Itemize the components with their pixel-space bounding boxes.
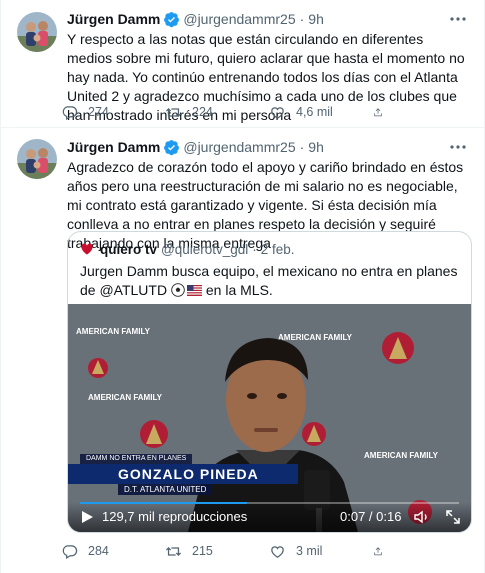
- tweet[interactable]: Jürgen Damm @jurgendammr25 · 9h Y respec…: [1, 0, 484, 128]
- quoted-text-end: en la MLS.: [205, 282, 273, 298]
- svg-text:AMERICAN FAMILY: AMERICAN FAMILY: [278, 333, 353, 342]
- video-progress-fill: [80, 502, 247, 504]
- video-controls: 129,7 mil reproducciones 0:07 / 0:16: [68, 502, 471, 532]
- retweet-button[interactable]: 215: [165, 543, 269, 560]
- tweet[interactable]: Jürgen Damm @jurgendammr25 · 9h Agradezc…: [1, 129, 484, 573]
- lower-third: DAMM NO ENTRA EN PLANES GONZALO PINEDA D…: [68, 454, 298, 496]
- lower-third-headline: DAMM NO ENTRA EN PLANES: [80, 454, 193, 464]
- us-flag-icon: [186, 285, 202, 296]
- reply-count: 284: [88, 544, 109, 558]
- like-count: 3 mil: [296, 544, 323, 558]
- like-button[interactable]: 4,6 mil: [269, 104, 373, 121]
- like-button[interactable]: 3 mil: [269, 543, 373, 560]
- video-player[interactable]: AMERICAN FAMILY AMERICAN FAMILY AMERICAN…: [68, 304, 471, 532]
- author-name[interactable]: Jürgen Damm: [67, 139, 160, 155]
- separator-dot: ·: [299, 139, 305, 155]
- svg-text:AMERICAN FAMILY: AMERICAN FAMILY: [88, 393, 163, 402]
- quoted-date[interactable]: 2 feb.: [261, 242, 295, 257]
- more-options-icon[interactable]: [448, 137, 468, 157]
- video-frame: AMERICAN FAMILY AMERICAN FAMILY AMERICAN…: [68, 304, 471, 532]
- reply-icon: [62, 544, 78, 559]
- separator-dot: ·: [299, 11, 305, 27]
- share-button[interactable]: [373, 543, 393, 560]
- video-views: 129,7 mil reproducciones: [102, 509, 248, 524]
- share-icon: [374, 107, 382, 116]
- lower-third-subtitle: D.T. ATLANTA UNITED: [118, 484, 213, 495]
- timestamp[interactable]: 9h: [308, 139, 324, 155]
- timeline: Jürgen Damm @jurgendammr25 · 9h Y respec…: [0, 0, 485, 573]
- video-progress-bar[interactable]: [80, 502, 459, 504]
- timestamp[interactable]: 9h: [308, 11, 324, 27]
- volume-icon[interactable]: [413, 508, 431, 526]
- author-name[interactable]: Jürgen Damm: [67, 11, 160, 27]
- quoted-author-name[interactable]: quiero tv: [100, 242, 157, 257]
- share-button[interactable]: [373, 104, 393, 121]
- reply-count: 274: [88, 105, 109, 119]
- soccer-ball-icon: [171, 283, 185, 297]
- quoted-tweet-text: Jurgen Damm busca equipo, el mexicano no…: [80, 262, 460, 300]
- video-time: 0:07 / 0:16: [340, 509, 402, 524]
- quoted-author-handle[interactable]: @quierotv_gdl: [161, 242, 248, 257]
- verified-badge-icon: [164, 11, 180, 27]
- play-icon[interactable]: [80, 510, 94, 524]
- quiero-tv-logo-icon: [81, 243, 93, 255]
- heart-icon: [271, 106, 284, 119]
- share-icon: [374, 546, 382, 555]
- quoted-tweet-header: quiero tv @quierotv_gdl · 2 feb.: [80, 240, 295, 258]
- separator-dot: ·: [252, 241, 257, 257]
- avatar[interactable]: [17, 139, 57, 179]
- like-count: 4,6 mil: [296, 105, 333, 119]
- svg-text:AMERICAN FAMILY: AMERICAN FAMILY: [364, 451, 439, 460]
- sponsor-text: AMERICAN FAMILY: [76, 327, 151, 336]
- verified-badge-icon: [164, 139, 180, 155]
- retweet-icon: [165, 546, 182, 556]
- tweet-actions: 274 224 4,6 mil: [61, 102, 471, 122]
- fullscreen-icon[interactable]: [444, 508, 462, 526]
- retweet-icon: [165, 107, 182, 117]
- retweet-count: 224: [192, 105, 213, 119]
- reply-button[interactable]: 284: [61, 543, 165, 560]
- reply-icon: [62, 105, 78, 120]
- lower-third-name: GONZALO PINEDA: [68, 464, 298, 484]
- reply-button[interactable]: 274: [61, 104, 165, 121]
- author-handle[interactable]: @jurgendammr25: [183, 11, 295, 27]
- heart-icon: [271, 545, 284, 558]
- quoted-tweet[interactable]: quiero tv @quierotv_gdl · 2 feb. Jurgen …: [67, 231, 472, 533]
- more-options-icon[interactable]: [448, 9, 468, 29]
- author-handle[interactable]: @jurgendammr25: [183, 139, 295, 155]
- retweet-button[interactable]: 224: [165, 104, 269, 121]
- retweet-count: 215: [192, 544, 213, 558]
- tweet-header: Jürgen Damm @jurgendammr25 · 9h: [67, 137, 468, 157]
- avatar[interactable]: [17, 12, 57, 52]
- tweet-header: Jürgen Damm @jurgendammr25 · 9h: [67, 9, 468, 29]
- tweet-actions: 284 215 3 mil: [61, 541, 471, 561]
